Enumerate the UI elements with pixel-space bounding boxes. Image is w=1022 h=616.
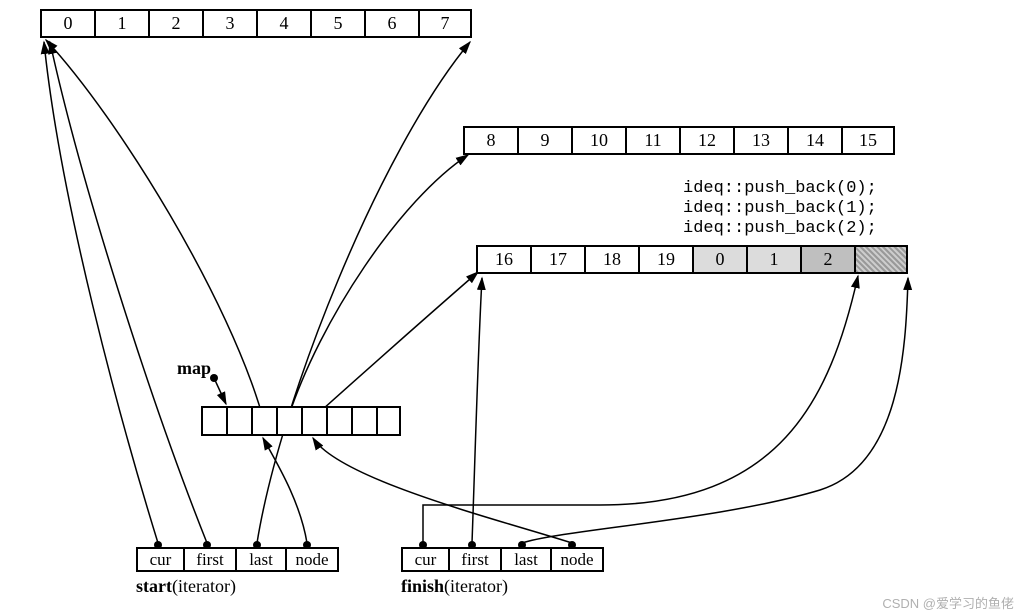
cell: 2 [800, 245, 854, 274]
cell: 9 [517, 126, 571, 155]
finish-label: finish(iterator) [401, 576, 508, 597]
field-first: first [183, 547, 235, 572]
buffer-b: 8 9 10 11 12 13 14 15 [463, 126, 895, 155]
map-slot [351, 406, 376, 436]
cell: 4 [256, 9, 310, 38]
buffer-c: 16 17 18 19 0 1 2 [476, 245, 908, 274]
cell: 18 [584, 245, 638, 274]
map-slot [326, 406, 351, 436]
field-last: last [500, 547, 550, 572]
cell: 3 [202, 9, 256, 38]
cell: 12 [679, 126, 733, 155]
cell: 10 [571, 126, 625, 155]
map-slot [201, 406, 226, 436]
map-label: map [177, 358, 211, 379]
cell: 0 [692, 245, 746, 274]
start-iterator: cur first last node [136, 547, 339, 572]
cell: 6 [364, 9, 418, 38]
cell-empty [854, 245, 908, 274]
finish-iterator: cur first last node [401, 547, 604, 572]
diagram: { "buffers":{ "a":["0","1","2","3","4","… [0, 0, 1022, 616]
cell: 1 [746, 245, 800, 274]
cell: 8 [463, 126, 517, 155]
field-node: node [285, 547, 339, 572]
map-slot [226, 406, 251, 436]
cell: 16 [476, 245, 530, 274]
cell: 1 [94, 9, 148, 38]
code-line: ideq::push_back(1); [683, 199, 877, 218]
cell: 13 [733, 126, 787, 155]
map-slot [376, 406, 401, 436]
code-line: ideq::push_back(2); [683, 219, 877, 238]
map-slot [251, 406, 276, 436]
map-slot [301, 406, 326, 436]
cell: 19 [638, 245, 692, 274]
field-cur: cur [136, 547, 183, 572]
cell: 0 [40, 9, 94, 38]
start-label: start(iterator) [136, 576, 236, 597]
cell: 2 [148, 9, 202, 38]
arrows [0, 0, 1022, 616]
cell: 7 [418, 9, 472, 38]
field-last: last [235, 547, 285, 572]
map-row [201, 406, 401, 436]
field-node: node [550, 547, 604, 572]
watermark: CSDN @爱学习的鱼佬 [882, 593, 1014, 612]
field-first: first [448, 547, 500, 572]
cell: 14 [787, 126, 841, 155]
field-cur: cur [401, 547, 448, 572]
cell: 15 [841, 126, 895, 155]
cell: 11 [625, 126, 679, 155]
cell: 5 [310, 9, 364, 38]
buffer-a: 0 1 2 3 4 5 6 7 [40, 9, 472, 38]
map-slot [276, 406, 301, 436]
cell: 17 [530, 245, 584, 274]
code-line: ideq::push_back(0); [683, 179, 877, 198]
